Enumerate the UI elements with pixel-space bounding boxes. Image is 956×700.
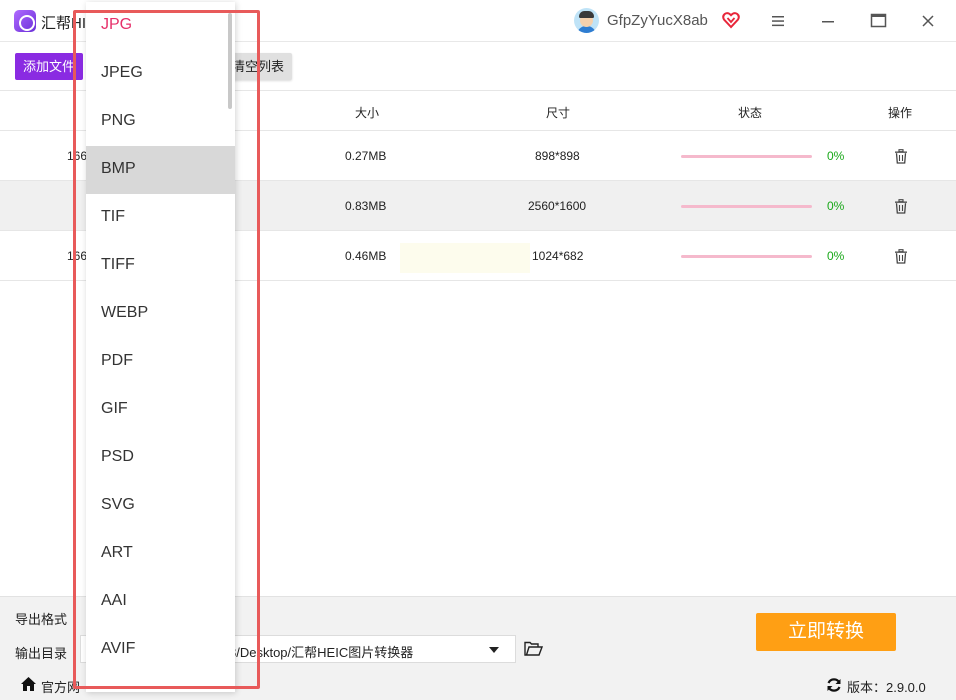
progress-bar [681, 255, 812, 258]
file-size: 0.46MB [345, 249, 387, 263]
progress-bar [681, 155, 812, 158]
menu-icon[interactable] [770, 13, 786, 29]
delete-icon[interactable] [894, 249, 908, 264]
file-dimensions: 2560*1600 [528, 199, 587, 213]
convert-now-button[interactable]: 立即转换 [756, 613, 896, 651]
header-size: 大小 [355, 106, 380, 120]
app-logo-icon [14, 10, 36, 32]
minimize-icon[interactable] [820, 13, 836, 29]
header-action: 操作 [888, 106, 913, 120]
close-icon[interactable] [920, 13, 936, 29]
file-dimensions: 1024*682 [532, 249, 584, 263]
chevron-down-icon[interactable] [489, 647, 499, 653]
refresh-icon[interactable] [826, 677, 842, 693]
file-dimensions: 898*898 [535, 149, 580, 163]
progress-bar [681, 205, 812, 208]
file-size: 0.27MB [345, 149, 387, 163]
export-format-label: 导出格式 [15, 612, 68, 627]
app-window: 汇帮HI GfpZyYucX8ab 添加文件 清空列表 大小 尺寸 状态 操作 [0, 0, 956, 700]
version-label: 版本：2.9.0.0 [847, 680, 926, 695]
delete-icon[interactable] [894, 149, 908, 164]
header-dimensions: 尺寸 [546, 106, 571, 120]
annotation-highlight-box [73, 10, 260, 689]
faint-watermark [400, 243, 530, 273]
progress-percent: 0% [827, 249, 845, 263]
vip-heart-icon[interactable] [722, 11, 740, 29]
file-size: 0.83MB [345, 199, 387, 213]
folder-open-icon[interactable] [524, 641, 543, 657]
progress-percent: 0% [827, 199, 845, 213]
output-dir-label: 输出目录 [15, 646, 68, 661]
maximize-icon[interactable] [870, 12, 887, 29]
avatar-icon[interactable] [574, 8, 599, 33]
delete-icon[interactable] [894, 199, 908, 214]
username[interactable]: GfpZyYucX8ab [607, 12, 708, 29]
header-status: 状态 [738, 106, 763, 120]
progress-percent: 0% [827, 149, 845, 163]
home-icon[interactable] [20, 676, 37, 692]
